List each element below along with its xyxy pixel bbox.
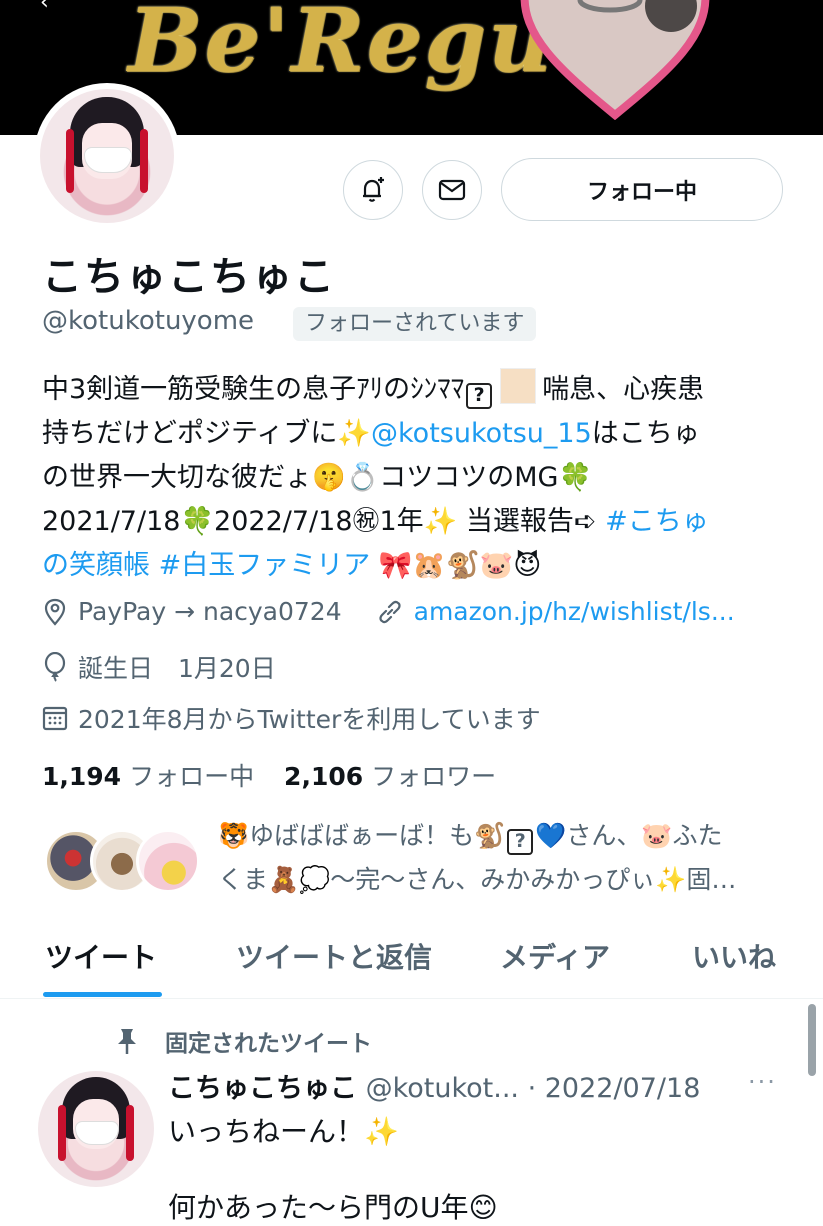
- birthday-text: 誕生日 1月20日: [78, 654, 276, 683]
- pin-icon: [118, 1029, 136, 1054]
- tab-tweets-and-replies[interactable]: ツイートと返信: [236, 936, 432, 976]
- tweet-text: 何かあった〜ら門のU年😊: [168, 1191, 498, 1224]
- bio-hashtag-link[interactable]: の笑顔帳 #白玉ファミリア: [42, 550, 370, 581]
- skin-tone-square-icon: [500, 368, 537, 404]
- follower-avatar[interactable]: [136, 829, 200, 893]
- bio-text: はこちゅ: [591, 418, 700, 449]
- pinned-tweet-label: 固定されたツイート: [113, 1024, 372, 1058]
- profile-meta-row: PayPay → nacya0724 amazon.jp/hz/wishlist…: [42, 597, 735, 626]
- tweet-text: いっちねーん！✨: [168, 1115, 399, 1148]
- following-count-link[interactable]: 1,194 フォロー中: [42, 762, 254, 791]
- profile-handle: @kotukotuyome: [42, 306, 255, 336]
- location-text: PayPay → nacya0724: [78, 597, 342, 626]
- followers-count: 2,106: [284, 762, 364, 791]
- unknown-glyph-icon: ?: [466, 383, 493, 409]
- followed-by-part: 💙さん、🐷ふた: [535, 821, 723, 850]
- bio-text: 喘息、心疾患: [542, 374, 705, 405]
- profile-joined-row: 2021年8月からTwitterを利用しています: [42, 700, 541, 736]
- bio-text: 中3剣道一筋受験生の息子ｱﾘのｼﾝﾏﾏ: [42, 374, 465, 405]
- message-button[interactable]: [422, 160, 482, 220]
- balloon-icon: [44, 652, 66, 682]
- followers-label: フォロワー: [371, 762, 497, 791]
- tab-tweets[interactable]: ツイート: [45, 936, 157, 976]
- unknown-glyph-icon: ?: [507, 829, 534, 855]
- bio-text: の世界一大切な彼だょ🤫💍コツコツのMG🍀: [42, 462, 593, 493]
- tab-likes[interactable]: いいね: [692, 936, 776, 976]
- followers-count-link[interactable]: 2,106 フォロワー: [284, 762, 496, 791]
- bell-plus-icon: [363, 177, 384, 202]
- profile-birthday-row: 誕生日 1月20日: [42, 649, 276, 685]
- followed-by-part: くま🧸💭〜完〜さん、みかみかっぴぃ✨固…: [218, 865, 737, 894]
- tweet-handle-date: @kotukot... · 2022/07/18: [357, 1073, 701, 1104]
- pinned-label-text: 固定されたツイート: [165, 1031, 372, 1057]
- notification-bell-button[interactable]: [343, 160, 403, 220]
- calendar-icon: [42, 706, 68, 731]
- link-icon: [379, 600, 401, 623]
- bio-text: 2021/7/18🍀2022/7/18㊗1年✨ 当選報告➪: [42, 506, 606, 537]
- follow-counts: 1,194 フォロー中 2,106 フォロワー: [42, 757, 496, 793]
- following-button[interactable]: フォロー中: [501, 158, 783, 221]
- tweet-avatar[interactable]: [38, 1071, 154, 1187]
- location-pin-icon: [44, 598, 66, 626]
- followed-by-part: 🐯ゆばばばぁーば！も🐒: [218, 821, 506, 850]
- scrollbar[interactable]: [808, 1004, 816, 1076]
- bio-mention-link[interactable]: @kotsukotsu_15: [371, 418, 592, 449]
- active-tab-indicator: [43, 992, 162, 997]
- website-link[interactable]: amazon.jp/hz/wishlist/ls...: [414, 597, 735, 626]
- profile-name: こちゅこちゅこ: [42, 254, 336, 300]
- followed-by-text[interactable]: 🐯ゆばばばぁーば！も🐒? 💙さん、🐷ふた くま🧸💭〜完〜さん、みかみかっぴぃ✨固…: [218, 814, 788, 902]
- profile-tabs: ツイート ツイートと返信 メディア いいね: [0, 930, 823, 999]
- following-count: 1,194: [42, 762, 122, 791]
- tweet-header[interactable]: こちゅこちゅこ @kotukot... · 2022/07/18: [168, 1066, 700, 1105]
- envelope-icon: [438, 179, 466, 201]
- following-label: フォロー中: [129, 762, 255, 791]
- bio-hashtag-link[interactable]: #こちゅ: [605, 506, 709, 537]
- back-arrow-icon[interactable]: ‹: [40, 0, 49, 15]
- tab-media[interactable]: メディア: [500, 936, 610, 976]
- follows-you-badge: フォローされています: [293, 307, 537, 341]
- bio-text: 持ちだけどポジティブに✨: [42, 418, 371, 449]
- tweet-author-name[interactable]: こちゅこちゅこ: [168, 1073, 357, 1104]
- bio-emoji: 🎀🐹🐒🐷😈: [370, 550, 542, 581]
- banner-logo-text: Be'Regu: [128, 0, 554, 92]
- joined-text: 2021年8月からTwitterを利用しています: [78, 705, 541, 734]
- profile-bio: 中3剣道一筋受験生の息子ｱﾘのｼﾝﾏﾏ? 喘息、心疾患 持ちだけどポジティブに✨@…: [42, 368, 787, 588]
- profile-avatar[interactable]: [34, 83, 180, 229]
- tweet-more-icon[interactable]: ···: [748, 1068, 777, 1096]
